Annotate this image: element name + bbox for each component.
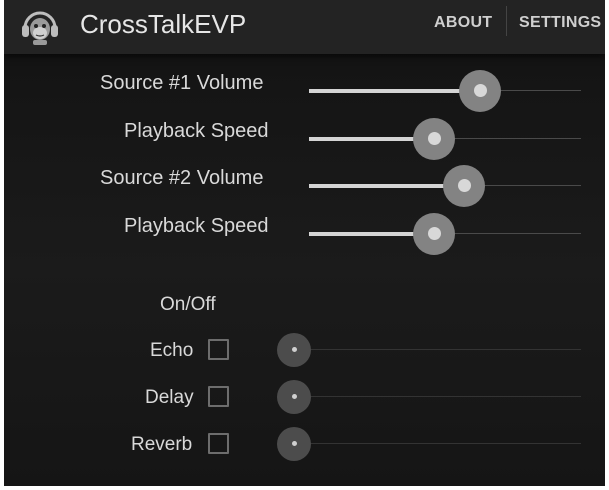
reverb-checkbox[interactable] (208, 433, 229, 454)
slider-thumb[interactable] (291, 394, 297, 399)
slider-track (294, 443, 581, 444)
menu-divider (506, 6, 507, 36)
slider-fill (309, 184, 465, 188)
reverb-level-slider[interactable] (277, 427, 581, 461)
source2-volume-label: Source #2 Volume (100, 167, 264, 189)
effects-header: On/Off (160, 294, 216, 315)
source1-volume-slider[interactable] (309, 70, 581, 112)
slider-thumb[interactable] (291, 441, 297, 446)
source2-speed-slider[interactable] (309, 213, 581, 255)
slider-thumb[interactable] (291, 347, 297, 352)
slider-track (294, 396, 581, 397)
slider-thumb[interactable] (473, 84, 487, 97)
delay-label: Delay (145, 387, 194, 408)
slider-track (294, 349, 581, 350)
source1-speed-slider[interactable] (309, 118, 581, 160)
monkey-headphones-icon (22, 11, 58, 45)
settings-menu-button[interactable]: SETTINGS (519, 14, 601, 32)
delay-level-slider[interactable] (277, 380, 581, 414)
echo-checkbox[interactable] (208, 339, 229, 360)
source1-speed-label: Playback Speed (124, 120, 269, 142)
source1-volume-label: Source #1 Volume (100, 72, 264, 94)
slider-thumb[interactable] (427, 227, 441, 240)
echo-label: Echo (150, 340, 194, 361)
echo-level-slider[interactable] (277, 333, 581, 367)
app-window: CrossTalkEVP ABOUT SETTINGS Source #1 Vo… (4, 0, 605, 486)
about-menu-button[interactable]: ABOUT (434, 14, 492, 32)
delay-checkbox[interactable] (208, 386, 229, 407)
slider-fill (309, 89, 481, 93)
app-bar: CrossTalkEVP ABOUT SETTINGS (4, 0, 605, 54)
source2-volume-slider[interactable] (309, 165, 581, 207)
reverb-label: Reverb (131, 434, 193, 455)
slider-thumb[interactable] (427, 132, 441, 145)
source2-speed-label: Playback Speed (124, 215, 269, 237)
slider-thumb[interactable] (457, 179, 471, 192)
app-title: CrossTalkEVP (80, 9, 247, 39)
